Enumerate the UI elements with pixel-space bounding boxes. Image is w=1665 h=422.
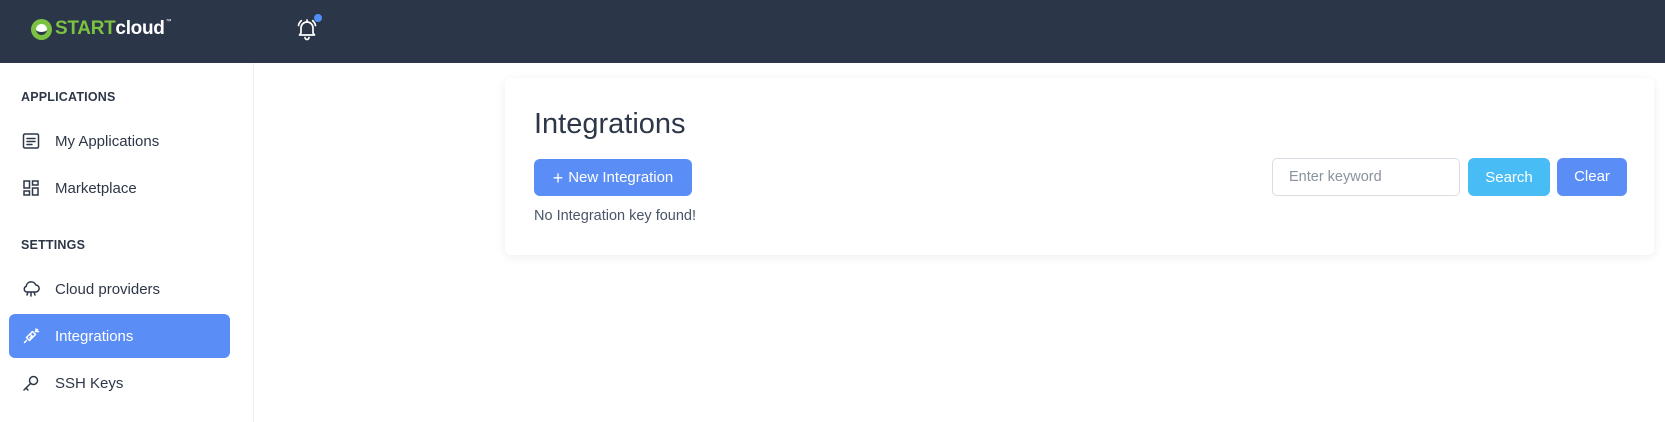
empty-state-message: No Integration key found!: [534, 208, 697, 224]
sidebar: APPLICATIONS My Applications Marketplace…: [0, 63, 254, 422]
sidebar-item-label: My Applications: [55, 132, 160, 150]
top-bar: START cloud ™: [0, 0, 1665, 63]
key-icon: [21, 373, 41, 393]
sidebar-item-integrations[interactable]: Integrations: [9, 314, 230, 358]
clear-button[interactable]: Clear: [1557, 158, 1627, 196]
sidebar-item-label: Marketplace: [55, 179, 137, 197]
sidebar-item-cloud-providers[interactable]: Cloud providers: [9, 267, 230, 311]
sidebar-item-label: Integrations: [55, 327, 134, 345]
sidebar-item-my-applications[interactable]: My Applications: [9, 119, 230, 163]
sidebar-item-label: SSH Keys: [55, 374, 124, 392]
logo-mark-icon: [31, 18, 52, 40]
applications-section-title: APPLICATIONS: [21, 90, 116, 104]
startcloud-logo[interactable]: START cloud ™: [31, 17, 172, 41]
integrations-card: Integrations + New Integration No Integr…: [505, 78, 1654, 255]
logo-trademark: ™: [165, 19, 172, 25]
plus-icon: +: [552, 167, 564, 188]
notification-dot: [314, 14, 322, 22]
search-button[interactable]: Search: [1468, 158, 1550, 196]
sidebar-item-marketplace[interactable]: Marketplace: [9, 166, 230, 210]
plug-icon: [21, 326, 41, 346]
logo-text-cloud: cloud: [115, 18, 165, 39]
page-title: Integrations: [534, 108, 686, 140]
cloud-icon: [21, 279, 41, 299]
logo-text-start: START: [55, 18, 116, 39]
list-icon: [21, 131, 41, 151]
sidebar-item-label: Cloud providers: [55, 280, 161, 298]
grid-icon: [21, 178, 41, 198]
new-integration-label: New Integration: [568, 169, 674, 186]
sidebar-item-ssh-keys[interactable]: SSH Keys: [9, 361, 230, 405]
notifications-button[interactable]: [295, 14, 322, 41]
new-integration-button[interactable]: + New Integration: [534, 159, 692, 196]
search-input[interactable]: [1272, 158, 1460, 196]
settings-section-title: SETTINGS: [21, 238, 86, 252]
